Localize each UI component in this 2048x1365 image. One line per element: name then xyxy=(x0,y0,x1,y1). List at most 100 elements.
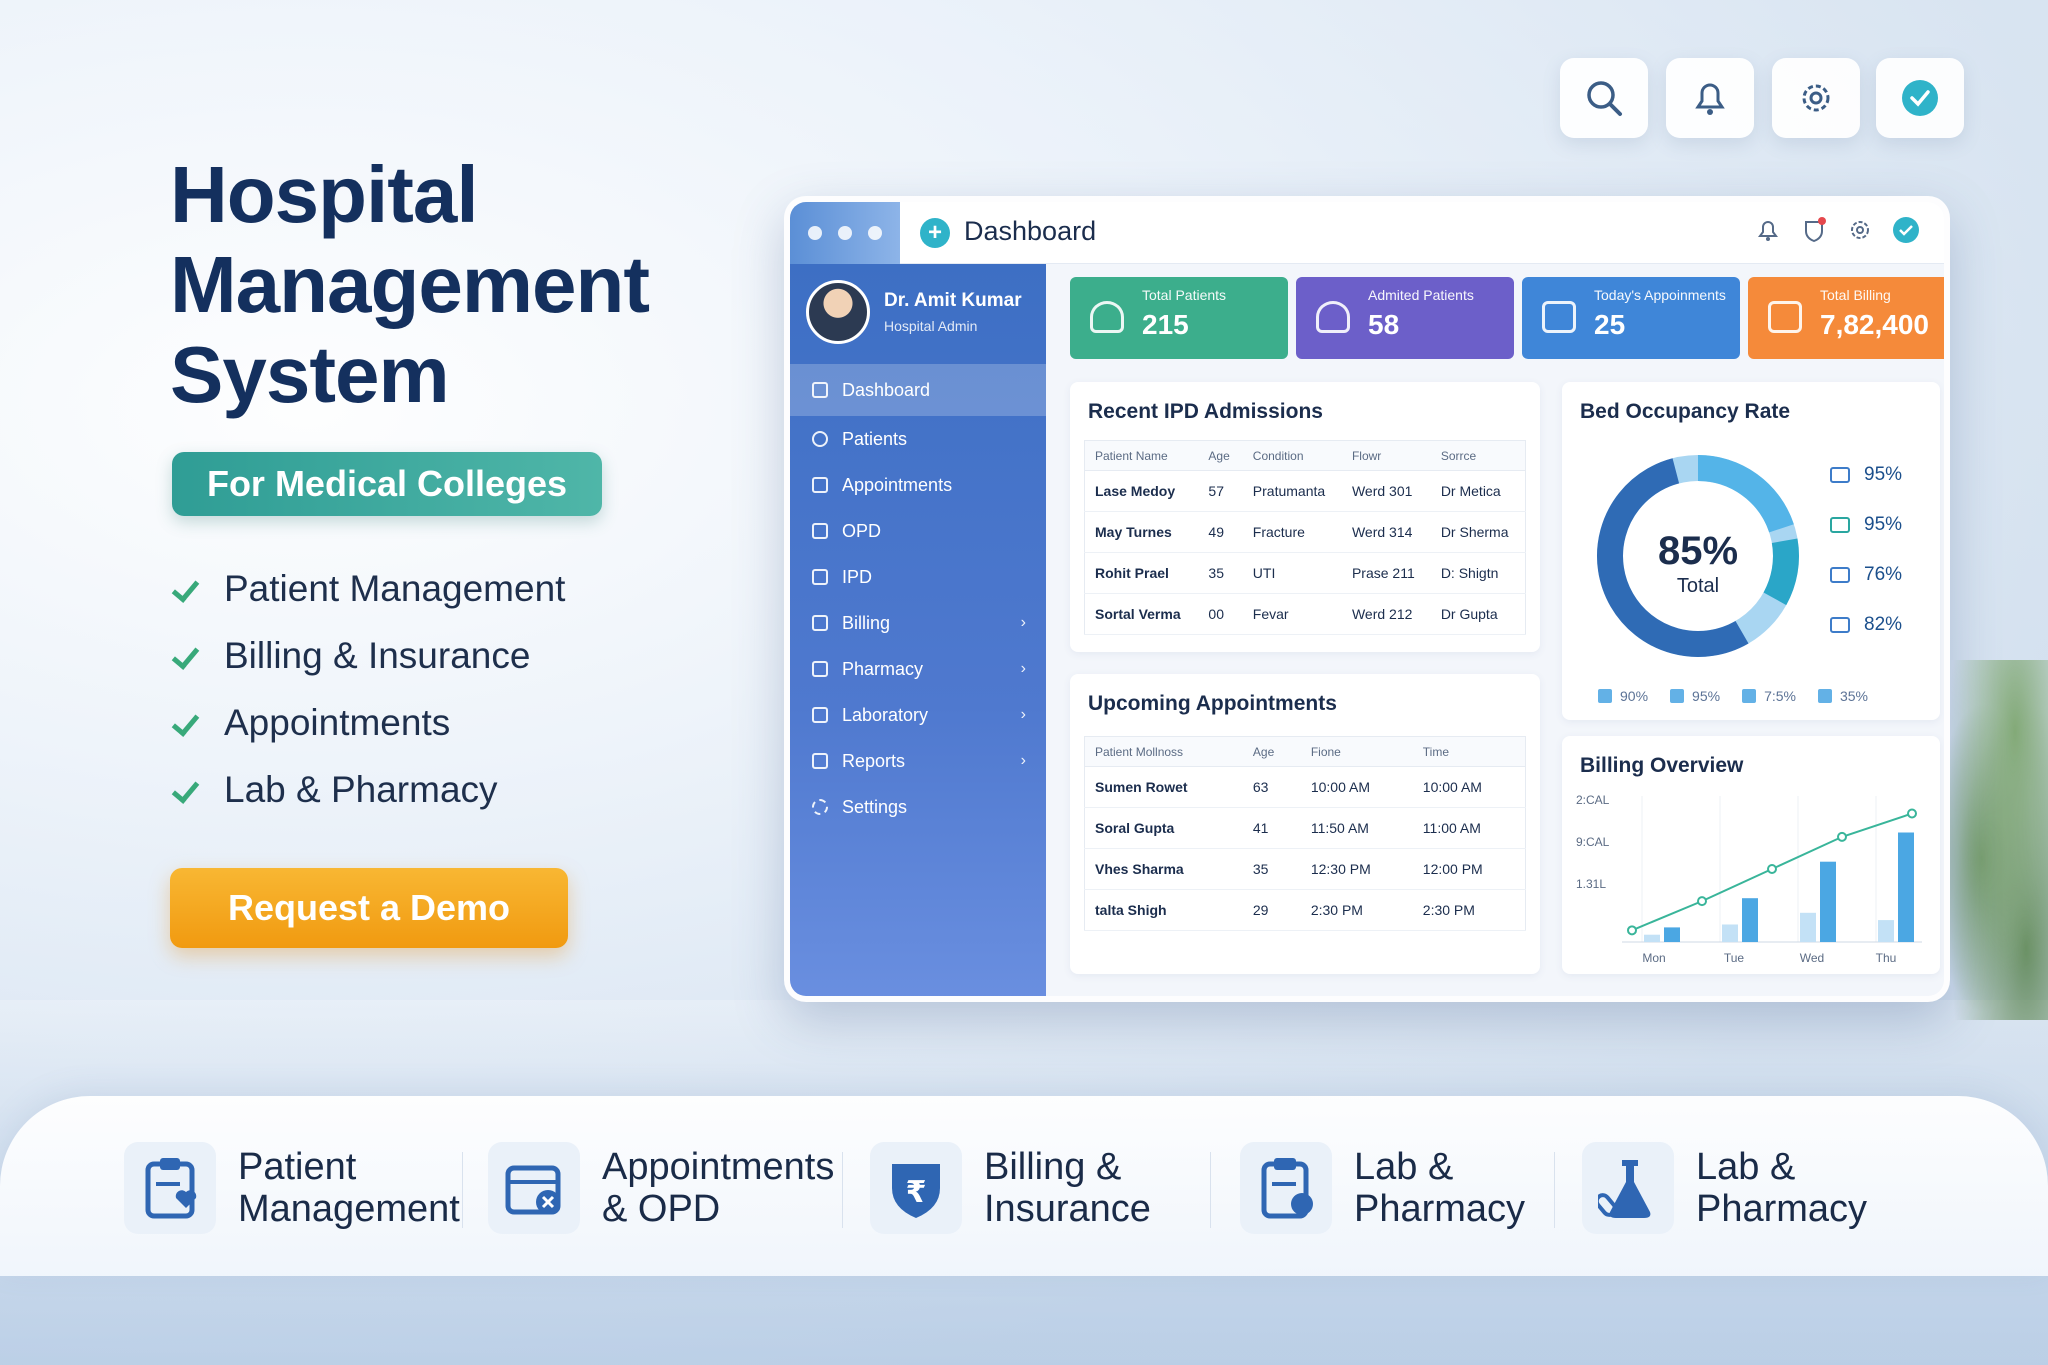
request-demo-button[interactable]: Request a Demo xyxy=(170,868,568,948)
table-header[interactable]: Fione xyxy=(1300,736,1413,767)
table-cell: 35 xyxy=(1242,848,1301,890)
hero-feature-item: Patient Management xyxy=(172,555,565,622)
hero-feature-label: Lab & Pharmacy xyxy=(224,768,498,810)
stat-label: Total Billing xyxy=(1820,287,1891,303)
check-icon xyxy=(172,708,202,738)
legend-item: 90% xyxy=(1598,688,1648,704)
table-row[interactable]: Sumen Rowet 63 10:00 AM 10:00 AM xyxy=(1084,766,1526,808)
chevron-right-icon: › xyxy=(1020,660,1026,677)
bell-icon[interactable] xyxy=(1754,216,1782,244)
table-cell: Werd 212 xyxy=(1341,593,1431,635)
dashboard-icon xyxy=(812,382,828,398)
bar xyxy=(1820,861,1836,942)
upcoming-appointments-panel: Upcoming Appointments Patient Mollnoss A… xyxy=(1070,674,1540,974)
search-button[interactable] xyxy=(1560,58,1648,138)
notifications-button[interactable] xyxy=(1666,58,1754,138)
feature-billing-insurance[interactable]: ₹ Billing & Insurance xyxy=(870,1138,1151,1238)
stat-card-total-patients[interactable]: Total Patients 215 xyxy=(1070,277,1288,359)
table-cell: 57 xyxy=(1198,470,1243,512)
avatar xyxy=(806,280,870,344)
user-profile[interactable]: Dr. Amit Kumar Hospital Admin xyxy=(806,280,1022,344)
stat-card-todays-appointments[interactable]: Today's Appoinments 25 xyxy=(1522,277,1740,359)
table-cell: Dr Metica xyxy=(1430,470,1526,512)
legend-item: 35% xyxy=(1817,688,1868,704)
flask-icon xyxy=(1582,1142,1674,1234)
stat-card-admitted-patients[interactable]: Admited Patients 58 xyxy=(1296,277,1514,359)
table-header[interactable]: Patient Mollnoss xyxy=(1084,736,1243,767)
table-cell: Werd 301 xyxy=(1341,470,1431,512)
gear-icon xyxy=(1802,84,1830,112)
window-controls[interactable] xyxy=(790,202,900,264)
table-header[interactable]: Patient Name xyxy=(1084,440,1199,471)
table-cell: Lase Medoy xyxy=(1084,470,1199,512)
feature-lab-pharmacy[interactable]: Lab & Pharmacy xyxy=(1240,1138,1525,1238)
table-cell: Dr Gupta xyxy=(1430,593,1526,635)
feature-patient-management[interactable]: Patient Management xyxy=(124,1138,460,1238)
profile-status-button[interactable] xyxy=(1876,58,1964,138)
feature-lab-pharmacy-2[interactable]: Lab & Pharmacy xyxy=(1582,1138,1867,1238)
table-cell: D: Shigtn xyxy=(1430,552,1526,594)
feature-bar: Patient Management Appointments & OPD ₹ Bi… xyxy=(0,1096,2048,1276)
bar xyxy=(1644,934,1660,942)
panel-title: Bed Occupancy Rate xyxy=(1580,400,1791,423)
user-icon xyxy=(1090,301,1124,333)
donut-legend: 95% 95% 76% 82% xyxy=(1830,450,1902,650)
table-cell: 12:30 PM xyxy=(1300,848,1413,890)
bed-icon xyxy=(812,569,828,585)
opd-icon xyxy=(812,523,828,539)
sidebar-item-laboratory[interactable]: Laboratory › xyxy=(790,692,1046,738)
table-header[interactable]: Flowr xyxy=(1341,440,1431,471)
gear-icon[interactable] xyxy=(1846,216,1874,244)
table-row[interactable]: Vhes Sharma 35 12:30 PM 12:00 PM xyxy=(1084,848,1526,890)
sidebar-item-patients[interactable]: Patients xyxy=(790,416,1046,462)
table-row[interactable]: Rohit Prael 35 UTI Prase 211 D: Shigtn xyxy=(1084,552,1526,594)
settings-button[interactable] xyxy=(1772,58,1860,138)
x-tick-label: Tue xyxy=(1724,951,1745,965)
table-cell: 35 xyxy=(1198,552,1243,594)
legend-item: 76% xyxy=(1830,550,1902,600)
y-tick-label: 1.31L xyxy=(1576,877,1606,891)
table-row[interactable]: Lase Medoy 57 Pratumanta Werd 301 Dr Metica xyxy=(1084,470,1526,512)
shield-icon[interactable] xyxy=(1800,216,1828,244)
wallet-icon xyxy=(1768,301,1802,333)
table-row[interactable]: talta Shigh 29 2:30 PM 2:30 PM xyxy=(1084,889,1526,931)
sidebar-item-ipd[interactable]: IPD xyxy=(790,554,1046,600)
sidebar-item-pharmacy[interactable]: Pharmacy › xyxy=(790,646,1046,692)
table-cell: 11:00 AM xyxy=(1412,807,1526,849)
stat-card-total-billing[interactable]: Total Billing 7,82,400 xyxy=(1748,277,1944,359)
calendar-x-icon xyxy=(488,1142,580,1234)
feature-label: Billing & xyxy=(984,1146,1122,1188)
table-cell: talta Shigh xyxy=(1084,889,1243,931)
stat-value: 215 xyxy=(1142,309,1189,340)
sidebar-item-settings[interactable]: Settings xyxy=(790,784,1046,830)
table-cell: 29 xyxy=(1242,889,1301,931)
table-header[interactable]: Condition xyxy=(1242,440,1342,471)
panel-title: Recent IPD Admissions xyxy=(1088,400,1323,423)
divider xyxy=(1554,1152,1555,1228)
stat-value: 25 xyxy=(1594,309,1626,340)
sidebar-item-opd[interactable]: OPD xyxy=(790,508,1046,554)
stat-value: 7,82,400 xyxy=(1820,309,1929,340)
sidebar-item-billing[interactable]: Billing › xyxy=(790,600,1046,646)
hero-feature-item: Appointments xyxy=(172,689,565,756)
feature-label: Appointments xyxy=(602,1146,835,1188)
table-row[interactable]: May Turnes 49 Fracture Werd 314 Dr Sherma xyxy=(1084,511,1526,553)
hero-title-line: Management xyxy=(170,240,650,329)
table-cell: 00 xyxy=(1198,593,1243,635)
sidebar-item-reports[interactable]: Reports › xyxy=(790,738,1046,784)
table-header[interactable]: Sorrce xyxy=(1430,440,1526,471)
table-header[interactable]: Time xyxy=(1412,736,1526,767)
table-cell: 2:30 PM xyxy=(1300,889,1413,931)
sidebar-item-appointments[interactable]: Appointments xyxy=(790,462,1046,508)
table-header[interactable]: Age xyxy=(1242,736,1301,767)
check-circle-icon[interactable] xyxy=(1892,216,1920,244)
trend-point xyxy=(1837,831,1847,842)
billing-overview-panel: Billing Overview 2:CAL 9:CAL 1.31L Mon T… xyxy=(1562,736,1940,974)
donut-center-label: Total xyxy=(1677,575,1719,597)
feature-appointments-opd[interactable]: Appointments & OPD xyxy=(488,1138,834,1238)
sidebar-item-dashboard[interactable]: Dashboard xyxy=(790,364,1046,416)
table-row[interactable]: Soral Gupta 41 11:50 AM 11:00 AM xyxy=(1084,807,1526,849)
table-header[interactable]: Age xyxy=(1198,440,1243,471)
table-row[interactable]: Sortal Verma 00 Fevar Werd 212 Dr Gupta xyxy=(1084,593,1526,635)
hero-title: Hospital Management System xyxy=(170,150,730,420)
